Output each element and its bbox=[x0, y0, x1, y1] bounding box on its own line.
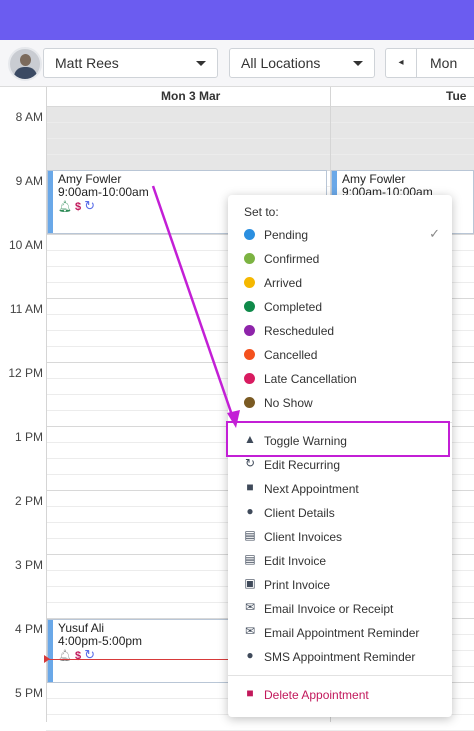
annotation-arrow bbox=[151, 185, 240, 428]
arrow-head bbox=[227, 410, 240, 428]
arrow-line bbox=[151, 185, 235, 419]
